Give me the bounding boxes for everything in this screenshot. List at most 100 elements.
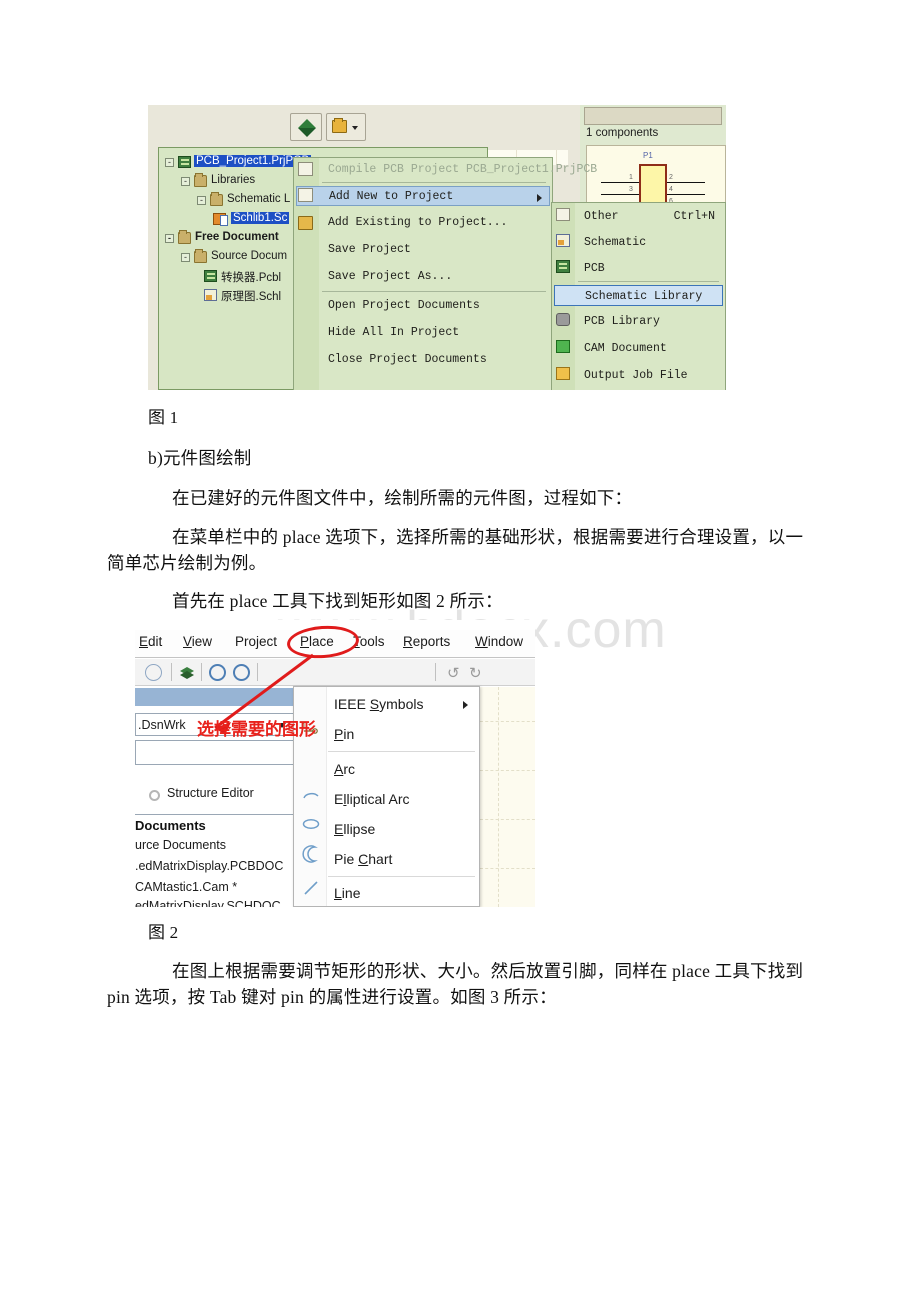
layers-button[interactable] — [290, 113, 322, 141]
panel-header — [584, 107, 722, 125]
pcb-project-icon — [178, 156, 191, 168]
submenu-item-pcb[interactable]: PCB — [576, 258, 723, 279]
layers-icon — [298, 119, 316, 137]
menubar-item-view[interactable]: View — [183, 634, 212, 649]
menu-item-elliptical-arc[interactable]: Elliptical ArcElliptical Arc — [295, 784, 478, 814]
cam-document-icon — [556, 340, 570, 353]
pcb-library-icon — [556, 313, 570, 326]
submenu-item-schematic[interactable]: Schematic — [576, 232, 723, 253]
chevron-right-icon — [537, 194, 542, 202]
pin-number: 4 — [669, 186, 673, 193]
figure2-canvas — [480, 687, 535, 907]
zoom-document-icon[interactable] — [145, 664, 162, 681]
document-list-item[interactable]: urce Documents — [135, 838, 226, 852]
pin-number: 3 — [629, 186, 633, 193]
tree-item-label: 转换器.Pcbl — [221, 272, 282, 284]
document-list-item[interactable]: edMatrixDisplay.SCHDOC — [135, 899, 281, 907]
figure-1-screenshot: - PCB_Project1.PrjPCB B - Libraries - Sc… — [148, 105, 726, 390]
paragraph-4-line-2: pin 选项，按 Tab 键对 pin 的属性进行设置。如图 3 所示： — [107, 987, 557, 1007]
structure-editor-radio[interactable] — [149, 790, 160, 801]
open-folder-dropdown-button[interactable] — [326, 113, 366, 141]
chevron-right-icon — [463, 701, 468, 709]
document-list-item[interactable]: .edMatrixDisplay.PCBDOC — [135, 859, 283, 873]
pin-number: 1 — [629, 174, 633, 181]
pcbdoc-icon — [204, 270, 217, 282]
menu-item-hide-all-in-project[interactable]: Hide All In Project — [320, 323, 550, 343]
folder-icon — [210, 192, 223, 206]
menu-item-ellipse[interactable]: EllipseEllipse — [295, 814, 478, 844]
menu-item-compile[interactable]: Compile PCB Project PCB_Project1.PrjPCB — [320, 160, 597, 180]
add-new-to-project-submenu[interactable]: Other Ctrl+N Schematic PCB Schematic Lib… — [551, 202, 726, 390]
tree-expander-icon[interactable]: - — [165, 234, 174, 243]
redo-icon[interactable]: ↻ — [469, 664, 486, 682]
menu-item-pie-chart[interactable]: Pie ChartPie Chart — [295, 844, 478, 874]
chevron-down-icon — [352, 126, 358, 130]
document-page: - PCB_Project1.PrjPCB B - Libraries - Sc… — [0, 0, 920, 1302]
menu-item-close-project-documents[interactable]: Close Project Documents — [320, 350, 550, 370]
menubar-item-project[interactable]: Project — [235, 634, 277, 649]
symbol-designator-label: P1 — [643, 151, 653, 160]
submenu-item-cam-document[interactable]: CAM Document — [576, 338, 723, 359]
paragraph-4-line-1: 在图上根据需要调节矩形的形状、大小。然后放置引脚，同样在 place 工具下找到 — [172, 961, 804, 981]
folder-icon — [178, 230, 191, 244]
tree-expander-icon[interactable]: - — [181, 177, 190, 186]
pin-number: 2 — [669, 174, 673, 181]
undo-icon[interactable]: ↺ — [447, 664, 464, 682]
component-count-label: 1 components — [586, 127, 659, 139]
schdoc-icon — [204, 289, 217, 301]
menu-item-save-project-as[interactable]: Save Project As... — [320, 267, 550, 287]
schlib-icon — [213, 213, 228, 226]
layers-icon[interactable] — [179, 664, 196, 681]
menubar-item-window[interactable]: Window — [475, 634, 523, 649]
submenu-item-output-job-file[interactable]: Output Job File — [576, 365, 723, 386]
tree-expander-icon[interactable]: - — [165, 158, 174, 167]
structure-editor-label: Structure Editor — [167, 786, 254, 800]
figure-2-caption: 图 2 — [148, 923, 179, 942]
folder-icon — [194, 173, 207, 187]
figure1-toolbar — [148, 105, 568, 150]
schematic-icon — [556, 234, 570, 247]
new-page-icon — [298, 188, 313, 202]
compile-icon — [298, 162, 313, 176]
menu-item-label: Add New to Project — [329, 190, 454, 203]
submenu-item-label: Other — [584, 210, 619, 223]
figure-2-screenshot: EEditdit View Project Place Tools Report… — [135, 620, 535, 907]
pcb-icon — [556, 260, 570, 273]
submenu-item-pcb-library[interactable]: PCB Library — [576, 311, 723, 332]
folder-icon — [194, 249, 207, 263]
tree-item-label: Libraries — [211, 174, 256, 186]
tree-item-label: Schlib1.Sc — [231, 212, 290, 224]
blank-page-icon — [556, 208, 570, 221]
submenu-item-other[interactable]: Other Ctrl+N — [576, 206, 723, 227]
tree-item-label: Free Document — [195, 231, 279, 243]
menu-item-add-existing-to-project[interactable]: Add Existing to Project... — [320, 213, 550, 233]
paragraph-1: 在已建好的元件图文件中，绘制所需的元件图，过程如下： — [172, 488, 633, 508]
menubar-item-edit[interactable]: EEditdit — [139, 634, 162, 649]
menu-item-add-new-to-project[interactable]: Add New to Project — [296, 186, 550, 206]
section-heading-b: b)元件图绘制 — [148, 448, 252, 468]
tree-expander-icon[interactable]: - — [197, 196, 206, 205]
tree-item-label: Schematic L — [227, 193, 291, 205]
open-folder-icon — [298, 216, 313, 230]
annotation-text: 选择需要的图形 — [197, 720, 316, 740]
menu-item-open-project-documents[interactable]: Open Project Documents — [320, 296, 550, 316]
submenu-item-shortcut: Ctrl+N — [673, 210, 715, 223]
documents-header: Documents — [135, 818, 206, 833]
paragraph-2-line-2: 简单芯片绘制为例。 — [107, 553, 267, 573]
paragraph-2-line-1: 在菜单栏中的 place 选项下，选择所需的基础形状，根据需要进行合理设置，以一 — [172, 527, 804, 547]
submenu-item-schematic-library[interactable]: Schematic Library — [554, 285, 723, 306]
menu-item-save-project[interactable]: Save Project — [320, 240, 550, 260]
tree-expander-icon[interactable]: - — [181, 253, 190, 262]
secondary-field[interactable] — [135, 740, 298, 765]
document-list-item[interactable]: CAMtastic1.Cam * — [135, 880, 237, 894]
menubar-item-reports[interactable]: Reports — [403, 634, 450, 649]
project-context-menu[interactable]: Compile PCB Project PCB_Project1.PrjPCB … — [293, 157, 597, 390]
tree-item-label: Source Docum — [211, 250, 288, 262]
tree-item-label: 原理图.Schl — [221, 291, 282, 303]
open-folder-icon — [332, 118, 347, 133]
output-job-icon — [556, 367, 570, 380]
figure-1-caption: 图 1 — [148, 408, 179, 427]
menu-item-line[interactable]: LineLine — [295, 878, 478, 907]
menu-item-arc[interactable]: ArcArc — [295, 754, 478, 784]
workspace-field-value: .DsnWrk — [138, 718, 186, 732]
